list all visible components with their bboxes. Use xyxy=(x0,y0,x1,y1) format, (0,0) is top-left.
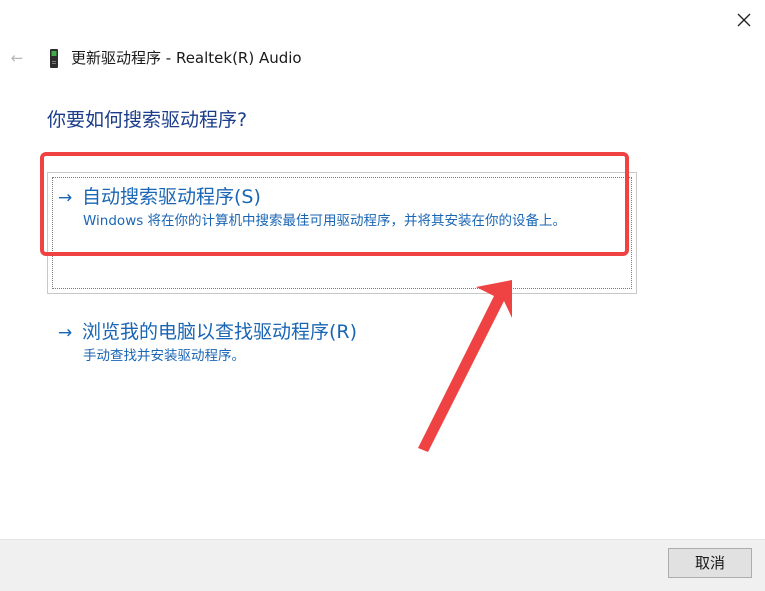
close-icon xyxy=(737,13,751,27)
page-heading: 你要如何搜索驱动程序? xyxy=(47,109,248,131)
dialog-footer xyxy=(0,539,765,591)
back-button[interactable]: ← xyxy=(4,46,30,70)
annotation-arrow-shape xyxy=(418,280,512,452)
back-arrow-icon: ← xyxy=(10,49,24,67)
annotation-arrow xyxy=(418,280,512,452)
option-browse-description: 手动查找并安装驱动程序。 xyxy=(83,348,245,364)
annotation-highlight-box xyxy=(40,152,629,256)
cancel-button[interactable]: 取消 xyxy=(668,548,752,578)
window-title: 更新驱动程序 - Realtek(R) Audio xyxy=(71,49,302,67)
option-arrow-icon: → xyxy=(58,323,73,343)
audio-device-icon xyxy=(49,49,59,68)
close-button[interactable] xyxy=(728,6,760,34)
option-browse-title[interactable]: 浏览我的电脑以查找驱动程序(R) xyxy=(82,319,357,345)
